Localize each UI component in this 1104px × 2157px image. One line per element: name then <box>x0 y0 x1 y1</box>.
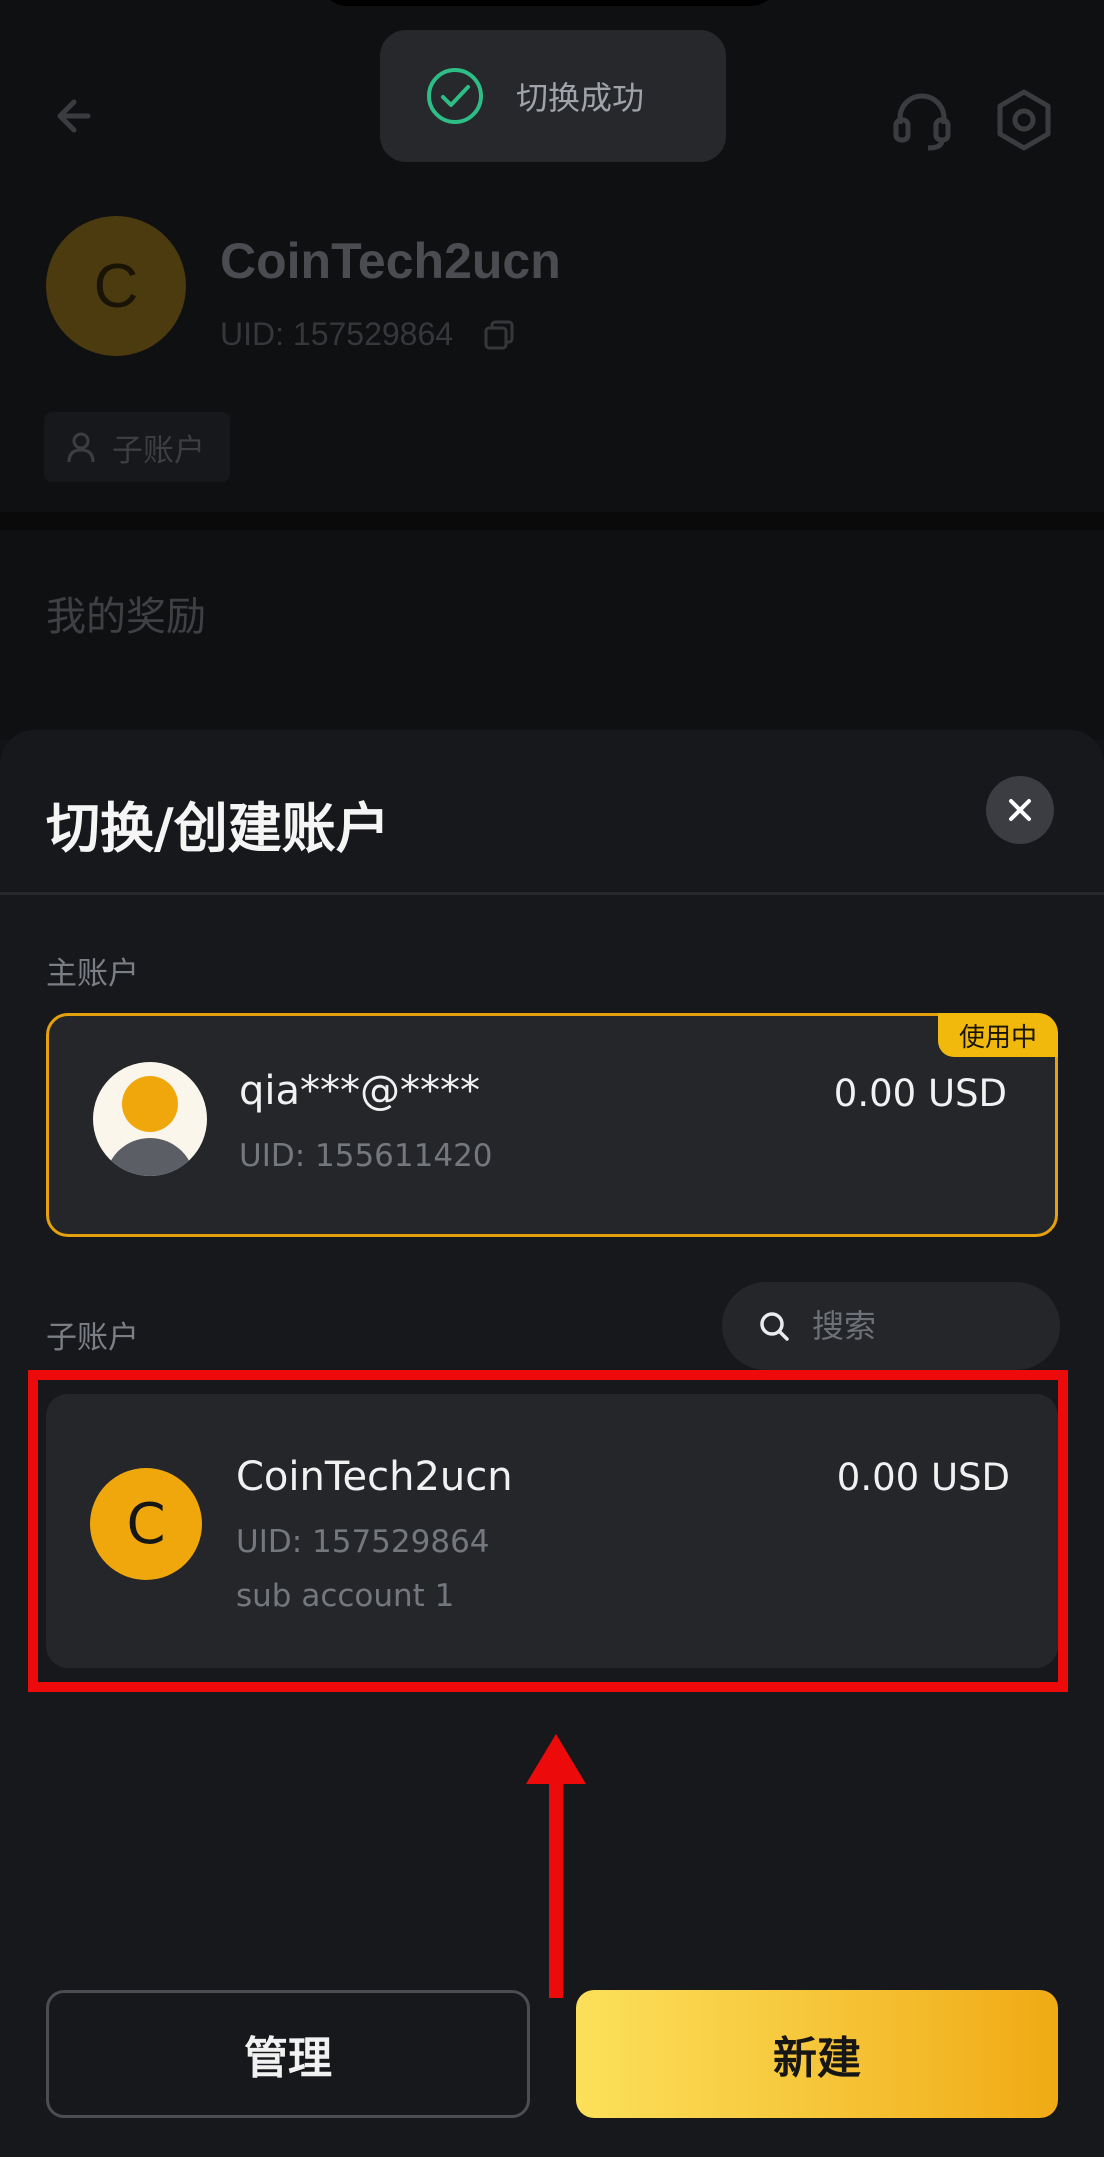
search-icon <box>760 1312 789 1341</box>
person-icon <box>67 432 95 463</box>
manage-button[interactable]: 管理 <box>46 1990 530 2118</box>
settings-hex-icon[interactable] <box>990 86 1058 154</box>
search-input[interactable] <box>812 1307 1032 1345</box>
rewards-title: 我的奖励 <box>46 594 206 640</box>
main-account-section-label: 主账户 <box>46 956 139 992</box>
avatar <box>93 1062 207 1176</box>
annotation-highlight-box <box>28 1370 1068 1692</box>
background-account-name: CoinTech2ucn <box>220 233 561 289</box>
back-arrow-icon[interactable] <box>48 86 108 146</box>
toast-message: 切换成功 <box>516 79 645 117</box>
sub-account-chip-label: 子账户 <box>112 432 205 469</box>
close-button[interactable] <box>986 776 1054 844</box>
annotation-up-arrow-icon <box>526 1734 586 1998</box>
headset-icon[interactable] <box>888 86 956 154</box>
background-divider <box>0 512 1104 530</box>
in-use-badge: 使用中 <box>938 1013 1058 1057</box>
copy-icon[interactable] <box>482 318 516 352</box>
main-account-card[interactable]: 使用中 qia***@**** UID: 155611420 0.00 USD <box>46 1013 1058 1237</box>
background-uid: UID: 157529864 <box>220 316 454 352</box>
close-icon <box>1009 799 1031 821</box>
search-box[interactable] <box>722 1282 1060 1370</box>
sub-account-section-label: 子账户 <box>46 1320 139 1356</box>
sheet-title: 切换/创建账户 <box>46 797 390 860</box>
sub-account-chip[interactable]: 子账户 <box>44 412 230 482</box>
new-account-button[interactable]: 新建 <box>576 1990 1058 2118</box>
main-account-name: qia***@**** <box>239 1068 481 1114</box>
background-avatar: C <box>46 216 186 356</box>
main-account-uid: UID: 155611420 <box>239 1138 493 1174</box>
sheet-divider <box>0 892 1104 895</box>
check-circle-icon <box>427 68 483 124</box>
success-toast: 切换成功 <box>380 30 726 162</box>
device-notch <box>318 0 780 6</box>
main-account-balance: 0.00 USD <box>833 1072 1007 1115</box>
